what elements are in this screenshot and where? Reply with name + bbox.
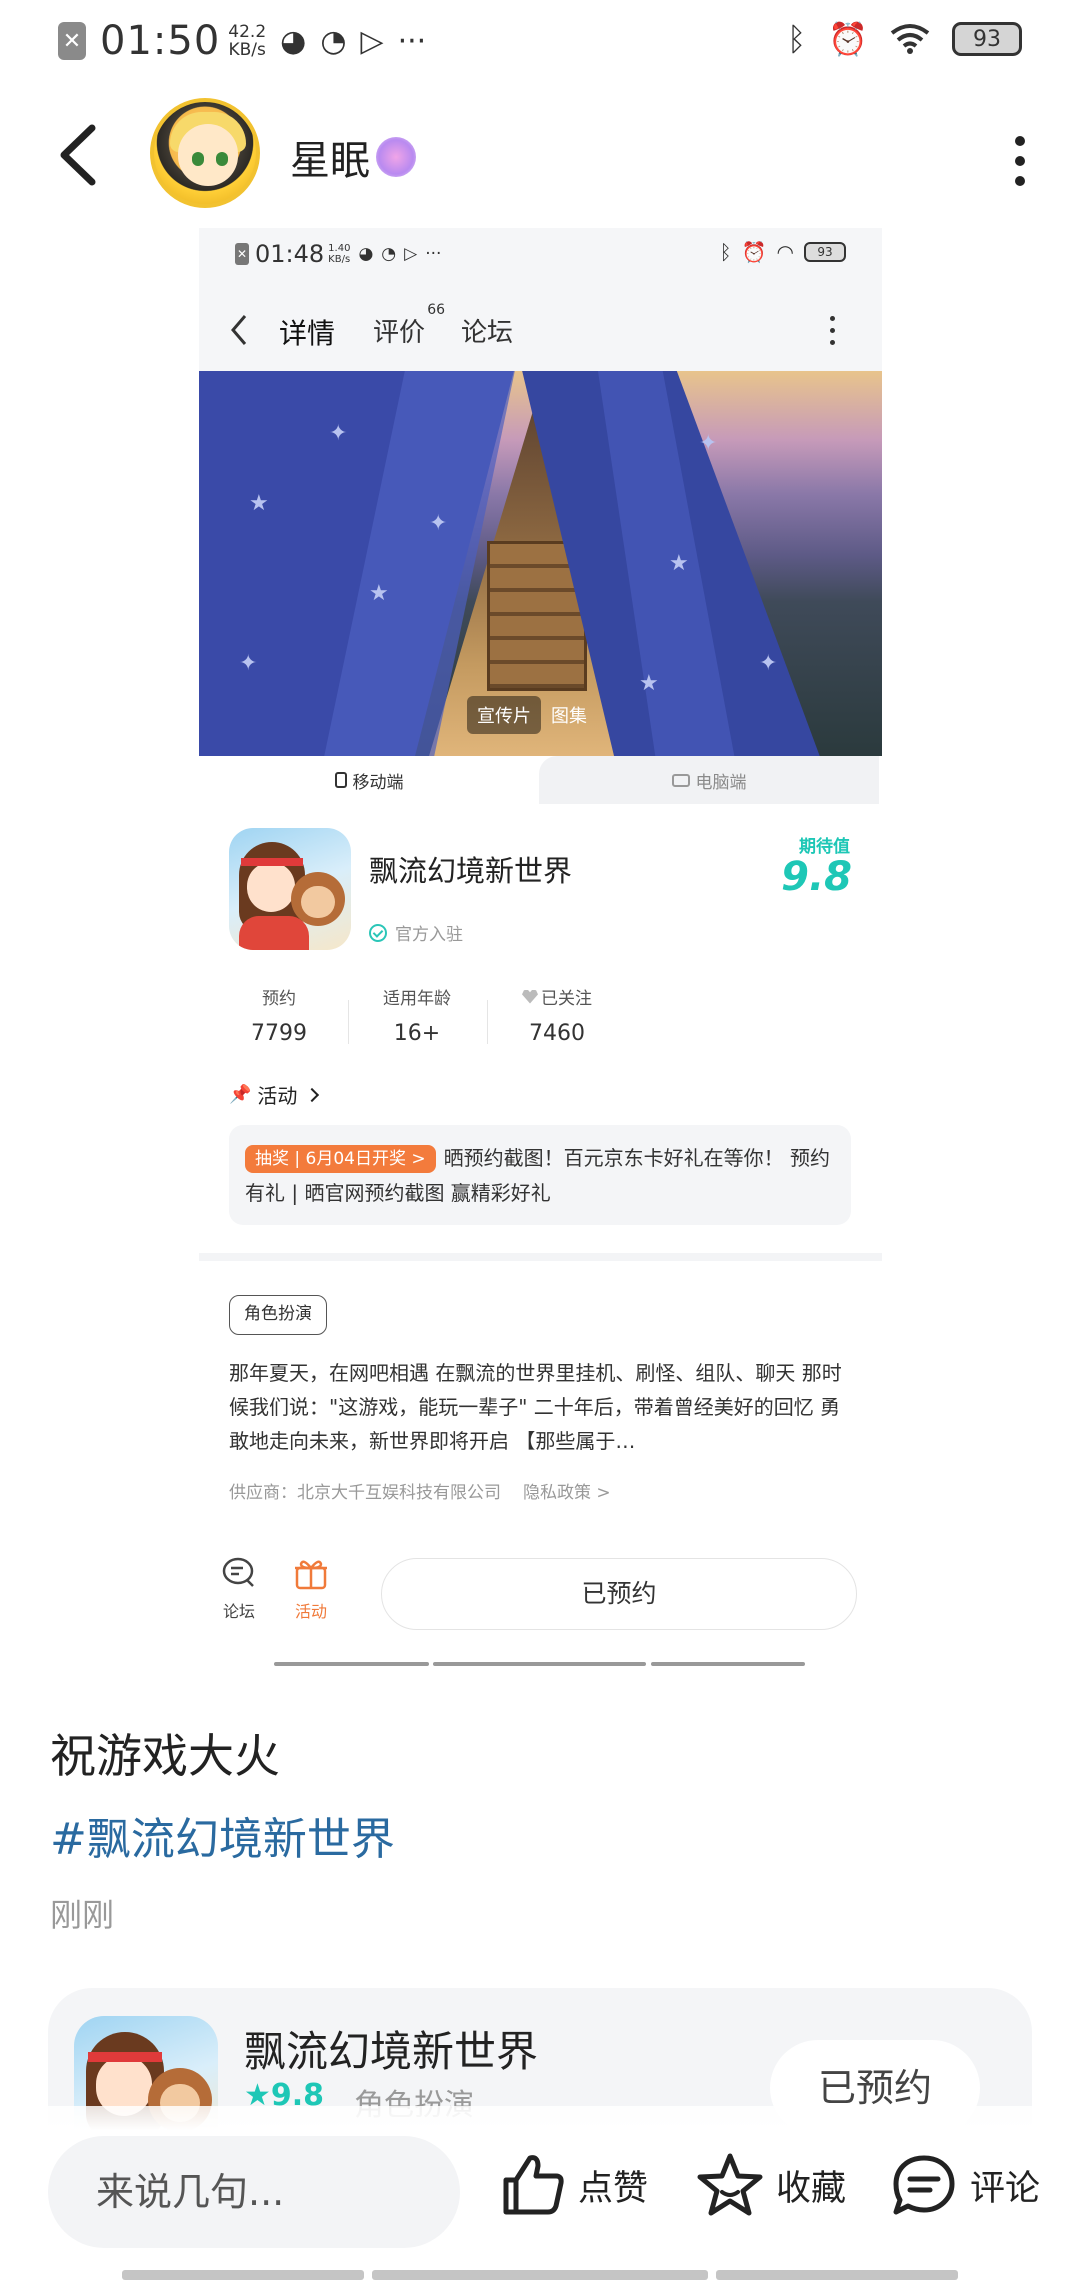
stat-reservations: 预约 7799	[251, 989, 307, 1046]
game-title: 飘流幻境新世界	[369, 854, 573, 888]
phone-icon	[334, 772, 347, 788]
qq-notification-icon: ◔	[320, 23, 347, 59]
image-pager-2	[433, 1662, 646, 1666]
play-notification-icon: ▷	[360, 23, 384, 59]
post-text: 祝游戏大火	[50, 1729, 280, 1783]
wifi-icon	[890, 24, 930, 54]
game-description: 那年夏天，在网吧相遇 在飘流的世界里挂机、刷怪、组队、聊天 那时候我们说："这游…	[229, 1361, 842, 1453]
username[interactable]: 星眠	[290, 128, 416, 186]
screenshot-topbar: ✕ 01:48 1.40 KB/s ◕ ◔ ▷ ··· ᛒ ⏰ ◠ 93 详情 评价 66 …	[199, 228, 882, 371]
lottery-tag: 抽奖 | 6月04日开奖 >	[245, 1145, 436, 1173]
screenshot-status-bar: ✕ 01:48 1.40 KB/s ◕ ◔ ▷ ···	[235, 240, 442, 268]
nav-indicator-3	[716, 2270, 958, 2280]
app-notification-icon: ◕	[280, 23, 307, 59]
bluetooth-icon: ᛒ	[786, 20, 807, 58]
verified-icon	[369, 923, 387, 942]
activity-header: 📌 活动	[229, 1080, 320, 1109]
notification-x-icon: ✕	[58, 22, 86, 60]
tab-reviews: 评价 66	[373, 302, 446, 348]
card-game-title: 飘流幻境新世界	[244, 2027, 539, 2076]
image-pager-1	[274, 1662, 429, 1666]
genre-tag: 角色扮演	[229, 1295, 327, 1335]
platform-pc: 电脑端	[539, 756, 879, 804]
pin-icon: 📌	[229, 1084, 252, 1105]
reserved-button: 已预约	[381, 1558, 857, 1630]
chevron-right-icon	[305, 1087, 320, 1102]
tab-forum: 论坛	[461, 318, 514, 348]
tab-details: 详情	[277, 317, 338, 350]
monitor-icon	[671, 773, 690, 787]
attached-screenshot[interactable]: ✕ 01:48 1.40 KB/s ◕ ◔ ▷ ··· ᛒ ⏰ ◠ 93 详情 评价 66 …	[199, 228, 882, 1650]
platform-tabs: 移动端 电脑端	[199, 756, 882, 804]
platform-mobile: 移动端	[199, 756, 539, 804]
like-button[interactable]: 点赞	[500, 2152, 648, 2218]
battery-indicator: 93	[952, 22, 1022, 56]
thumbs-up-icon	[503, 2155, 564, 2215]
banner-tab-gallery: 图集	[551, 706, 587, 727]
privacy-link: 隐私政策 >	[523, 1483, 611, 1503]
nav-indicator-2	[372, 2270, 708, 2280]
screenshot-nav: 详情 评价 66 论坛	[199, 300, 882, 360]
user-badge-icon	[376, 137, 416, 177]
bottom-activity: 活动	[281, 1556, 341, 1622]
stat-followers: 已关注 7460	[507, 984, 607, 1046]
screenshot-back-icon	[231, 315, 247, 345]
post-hashtag[interactable]: #飘流幻境新世界	[50, 1803, 395, 1867]
heart-icon	[522, 989, 538, 1004]
comment-bubble-icon	[893, 2155, 955, 2215]
gift-icon	[295, 1560, 327, 1590]
forum-icon	[222, 1557, 254, 1587]
screenshot-more-icon	[830, 316, 838, 352]
action-bar: 来说几句... 点赞 收藏 评论	[0, 2106, 1080, 2280]
star-outline-icon	[697, 2153, 763, 2216]
status-bar: ✕ 01:50 42.2 KB/s ◕ ◔ ▷ ··· ᛒ ⏰ 93	[0, 0, 1080, 84]
post-time: 刚刚	[50, 1896, 115, 1934]
banner-tab-trailer: 宣传片	[467, 696, 541, 734]
activity-card: 抽奖 | 6月04日开奖 > 晒预约截图！百元京东卡好礼在等你！ 预约有礼 | 晒…	[229, 1125, 851, 1225]
bottom-forum: 论坛	[209, 1556, 269, 1622]
nav-indicator-1	[122, 2270, 364, 2280]
supplier-info: 供应商：北京大千互娱科技有限公司 隐私政策 >	[229, 1483, 611, 1503]
game-icon	[229, 828, 351, 950]
image-pager-3	[651, 1662, 805, 1666]
official-badge: 官方入驻	[369, 920, 463, 945]
net-speed: 42.2 KB/s	[228, 22, 267, 60]
stat-age-rating: 适用年龄 16+	[383, 989, 451, 1046]
alarm-icon: ⏰	[828, 20, 868, 58]
favorite-button[interactable]: 收藏	[696, 2152, 846, 2218]
game-banner: ★ ✦ ★ ✦ ✦ ★ ✦ ✦ ★ 宣传片 图集	[199, 371, 882, 756]
comment-input[interactable]: 来说几句...	[48, 2136, 460, 2248]
back-button[interactable]	[50, 120, 110, 190]
expectation-score: 9.8	[781, 854, 852, 900]
screenshot-bottom-bar: 论坛 活动 已预约	[199, 1544, 882, 1644]
comment-button[interactable]: 评论	[890, 2152, 1040, 2218]
more-options-button[interactable]	[1008, 136, 1032, 186]
game-stats: 预约 7799 适用年龄 16+ 已关注 7460	[229, 984, 629, 1054]
status-time: 01:50	[100, 18, 221, 64]
section-divider	[199, 1253, 882, 1261]
user-avatar[interactable]	[150, 98, 260, 208]
more-notifications-icon: ···	[397, 23, 427, 59]
post-header: 星眠	[0, 90, 1080, 220]
